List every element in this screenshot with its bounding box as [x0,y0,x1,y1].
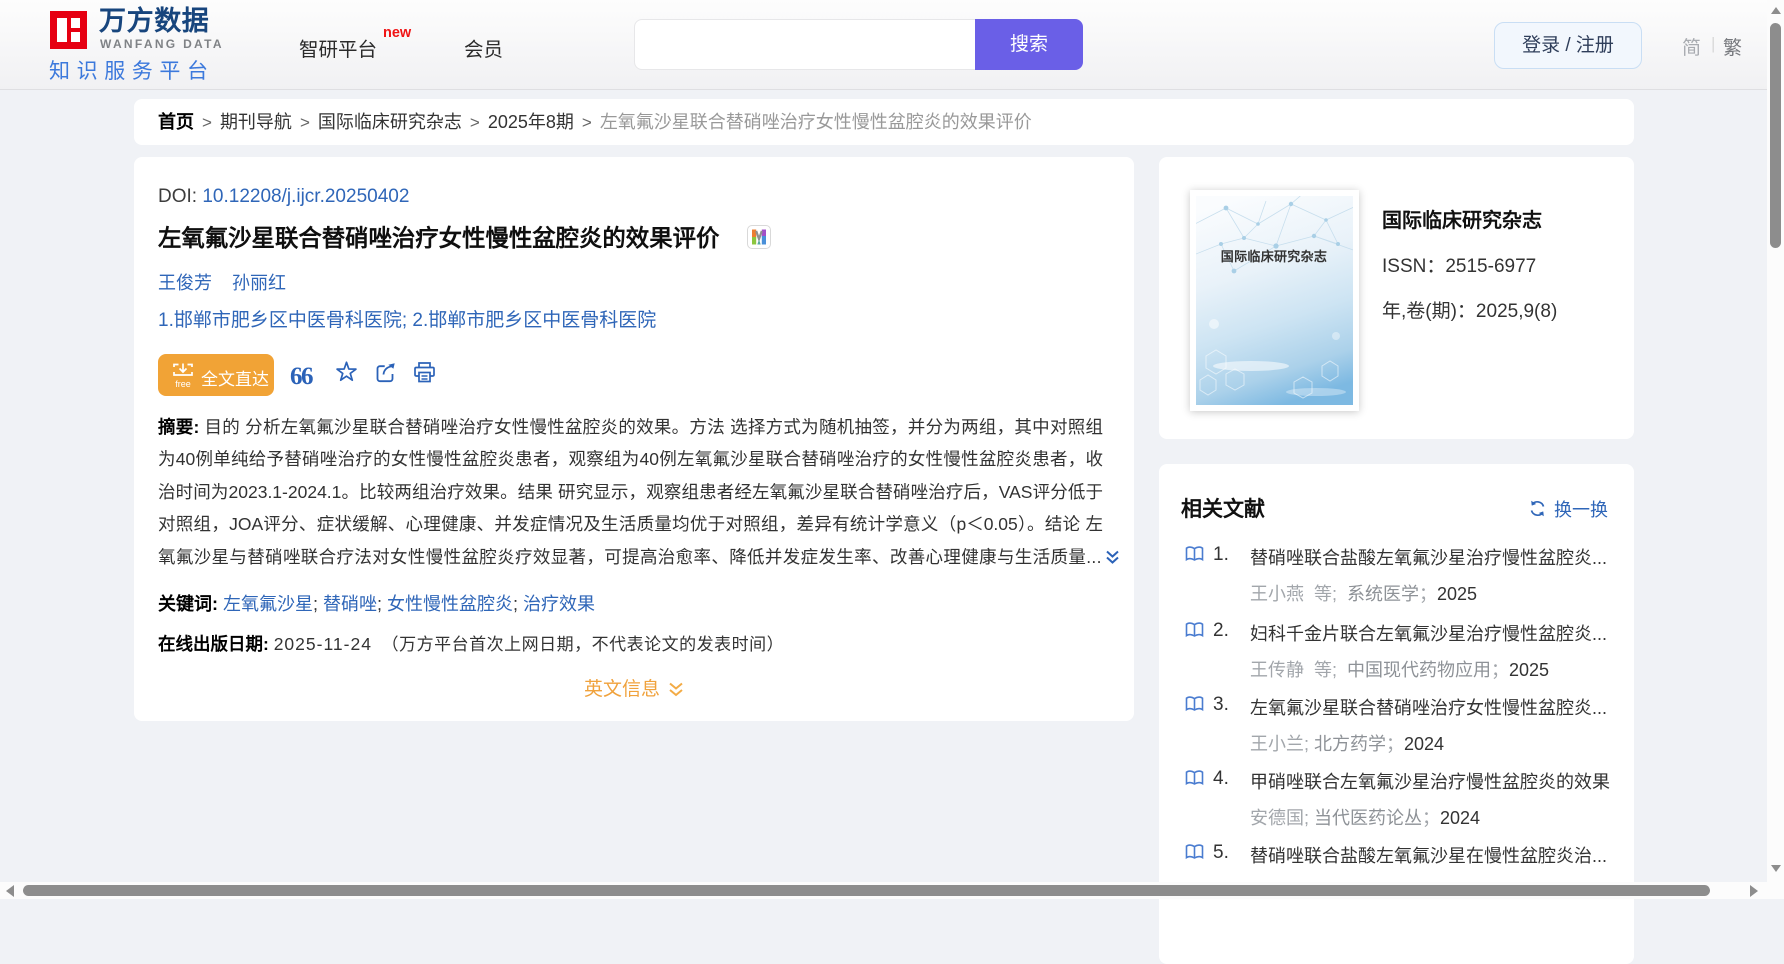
svg-text:free: free [175,379,191,389]
svg-text:国际临床研究杂志: 国际临床研究杂志 [1221,249,1327,264]
